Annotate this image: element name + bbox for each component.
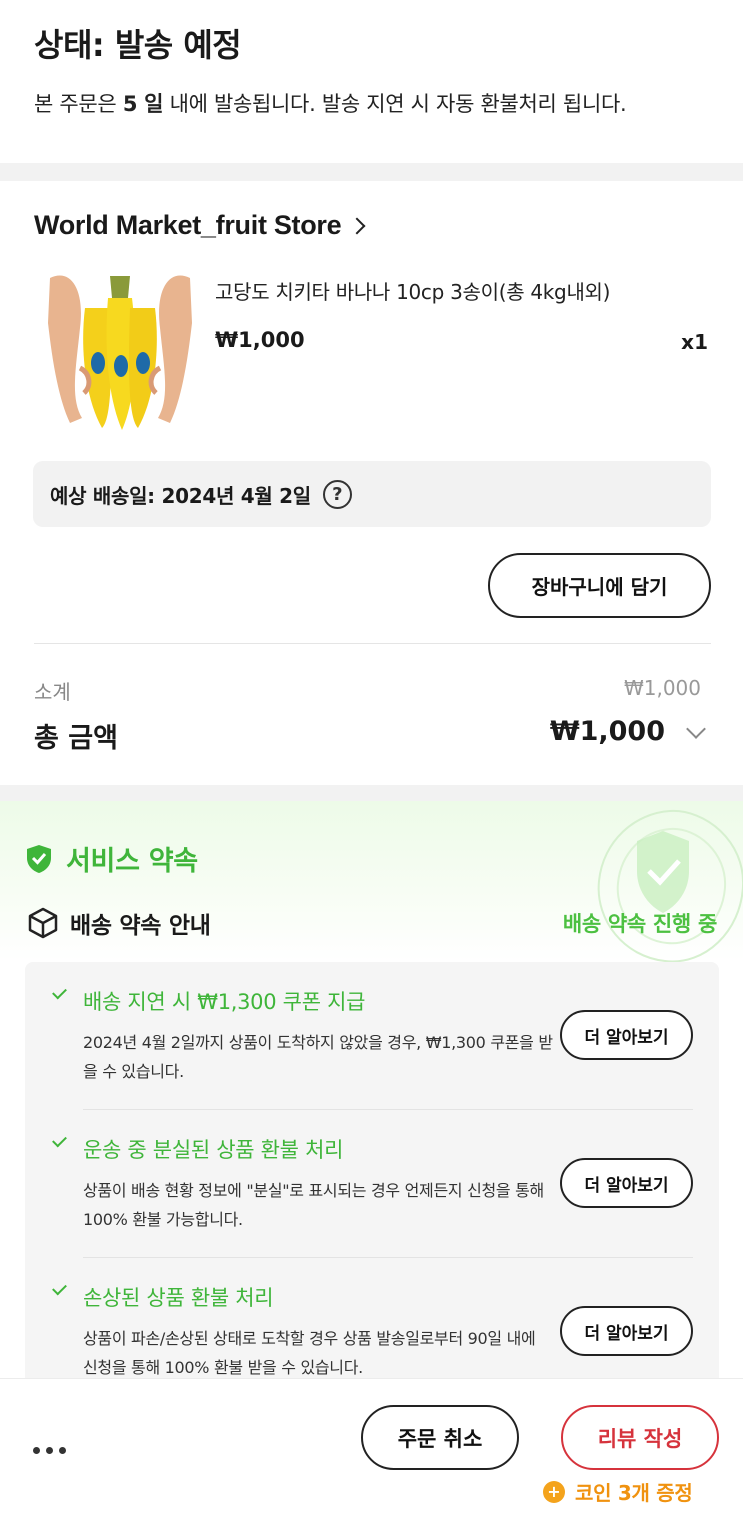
coin-icon: +: [543, 1480, 565, 1503]
check-icon: [52, 1280, 67, 1296]
service-promise-section: 서비스 약속 배송 약속 안내 배송 약속 진행 중 배송 지연 시 ₩1,30…: [0, 801, 743, 1381]
store-name: World Market_fruit Store: [34, 210, 342, 240]
delivery-promise-label: 배송 약속 안내: [70, 913, 211, 939]
help-circle-icon[interactable]: ?: [322, 479, 352, 509]
add-to-cart-button[interactable]: 장바구니에 담기: [488, 553, 711, 618]
shield-check-decoration-icon: [597, 809, 743, 963]
section-divider: [0, 163, 743, 181]
promise-item-title: 운송 중 분실된 상품 환불 처리: [83, 1138, 344, 1162]
status-desc-days: 5 일: [122, 92, 164, 116]
section-divider: [0, 785, 743, 801]
promise-item-desc: 2024년 4월 2일까지 상품이 도착하지 않았을 경우, ₩1,300 쿠폰…: [83, 1033, 553, 1081]
chevron-right-icon: [348, 217, 366, 234]
box-icon: [28, 907, 58, 939]
promise-list: 배송 지연 시 ₩1,300 쿠폰 지급 2024년 4월 2일까지 상품이 도…: [25, 962, 719, 1381]
subtotal-value: ₩1,000: [623, 676, 701, 700]
promise-item-title: 손상된 상품 환불 처리: [83, 1286, 274, 1310]
learn-more-button[interactable]: 더 알아보기: [560, 1010, 693, 1060]
promise-item-desc: 상품이 파손/손상된 상태로 도착할 경우 상품 발송일로부터 90일 내에 신…: [83, 1329, 536, 1377]
learn-more-button[interactable]: 더 알아보기: [560, 1158, 693, 1208]
total-value[interactable]: ₩1,000: [550, 716, 665, 747]
product-quantity: x1: [681, 330, 708, 354]
check-icon: [52, 984, 67, 1000]
promise-status-badge: 배송 약속 진행 중: [562, 912, 717, 936]
total-label: 총 금액: [34, 723, 118, 754]
status-desc-suffix: 내에 발송됩니다. 발송 지연 시 자동 환불처리 됩니다.: [163, 92, 627, 116]
more-options-icon[interactable]: [33, 1447, 66, 1454]
bottom-action-bar: 주문 취소 리뷰 작성 + 코인 3개 증정: [0, 1378, 743, 1526]
service-promise-title: 서비스 약속: [26, 839, 198, 878]
shield-check-icon: [27, 844, 51, 873]
banana-product-image[interactable]: [40, 268, 200, 433]
coin-reward: + 코인 3개 증정: [543, 1477, 693, 1506]
product-name[interactable]: 고당도 치키타 바나나 10cp 3송이(총 4kg내외): [215, 276, 610, 305]
cancel-order-button[interactable]: 주문 취소: [361, 1405, 519, 1470]
expected-delivery-box: 예상 배송일: 2024년 4월 2일 ?: [33, 461, 711, 527]
promise-item: 손상된 상품 환불 처리 상품이 파손/손상된 상태로 도착할 경우 상품 발송…: [25, 1258, 719, 1381]
chevron-down-icon[interactable]: [686, 719, 706, 739]
promise-item-title: 배송 지연 시 ₩1,300 쿠폰 지급: [83, 990, 366, 1014]
promise-item-desc: 상품이 배송 현황 정보에 "분실"로 표시되는 경우 언제든지 신청을 통해 …: [83, 1181, 544, 1229]
write-review-button[interactable]: 리뷰 작성: [561, 1405, 719, 1470]
status-desc-prefix: 본 주문은: [34, 92, 123, 116]
coin-reward-text: 코인 3개 증정: [575, 1481, 693, 1505]
expected-delivery-date: 예상 배송일: 2024년 4월 2일: [50, 483, 311, 508]
status-section: 상태: 발송 예정 본 주문은 5 일 내에 발송됩니다. 발송 지연 시 자동…: [0, 0, 743, 163]
order-status-title: 상태: 발송 예정: [34, 26, 242, 64]
divider: [34, 643, 711, 644]
store-link[interactable]: World Market_fruit Store: [34, 210, 366, 241]
product-price: ₩1,000: [215, 328, 305, 352]
delivery-promise-row: 배송 약속 안내: [28, 906, 211, 940]
promise-item: 운송 중 분실된 상품 환불 처리 상품이 배송 현황 정보에 "분실"로 표시…: [25, 1110, 719, 1258]
promise-item: 배송 지연 시 ₩1,300 쿠폰 지급 2024년 4월 2일까지 상품이 도…: [25, 962, 719, 1110]
learn-more-button[interactable]: 더 알아보기: [560, 1306, 693, 1356]
service-title-text: 서비스 약속: [66, 846, 198, 877]
order-status-description: 본 주문은 5 일 내에 발송됩니다. 발송 지연 시 자동 환불처리 됩니다.: [34, 88, 627, 118]
check-icon: [52, 1132, 67, 1148]
subtotal-label: 소계: [34, 680, 71, 704]
